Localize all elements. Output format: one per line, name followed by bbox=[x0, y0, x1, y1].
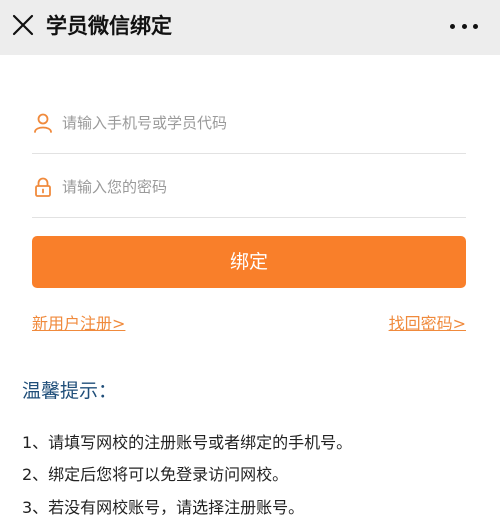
password-input[interactable] bbox=[62, 177, 442, 196]
nav-header: 学员微信绑定 bbox=[0, 0, 500, 55]
close-icon[interactable] bbox=[10, 12, 36, 38]
more-dots-icon[interactable] bbox=[450, 22, 478, 30]
bind-button[interactable]: 绑定 bbox=[32, 236, 466, 288]
account-field bbox=[32, 92, 466, 154]
password-field bbox=[32, 156, 466, 218]
user-icon bbox=[32, 112, 54, 134]
forgot-password-link[interactable]: 找回密码> bbox=[389, 310, 466, 334]
register-link[interactable]: 新用户注册> bbox=[32, 310, 125, 334]
lock-icon bbox=[32, 176, 54, 198]
page-title: 学员微信绑定 bbox=[46, 14, 172, 38]
tip-item: 3、若没有网校账号，请选择注册账号。 bbox=[22, 498, 305, 517]
tip-item: 2、绑定后您将可以免登录访问网校。 bbox=[22, 465, 289, 484]
account-input[interactable] bbox=[62, 113, 442, 132]
tip-item: 1、请填写网校的注册账号或者绑定的手机号。 bbox=[22, 433, 353, 452]
tips-title: 温馨提示： bbox=[22, 380, 118, 402]
